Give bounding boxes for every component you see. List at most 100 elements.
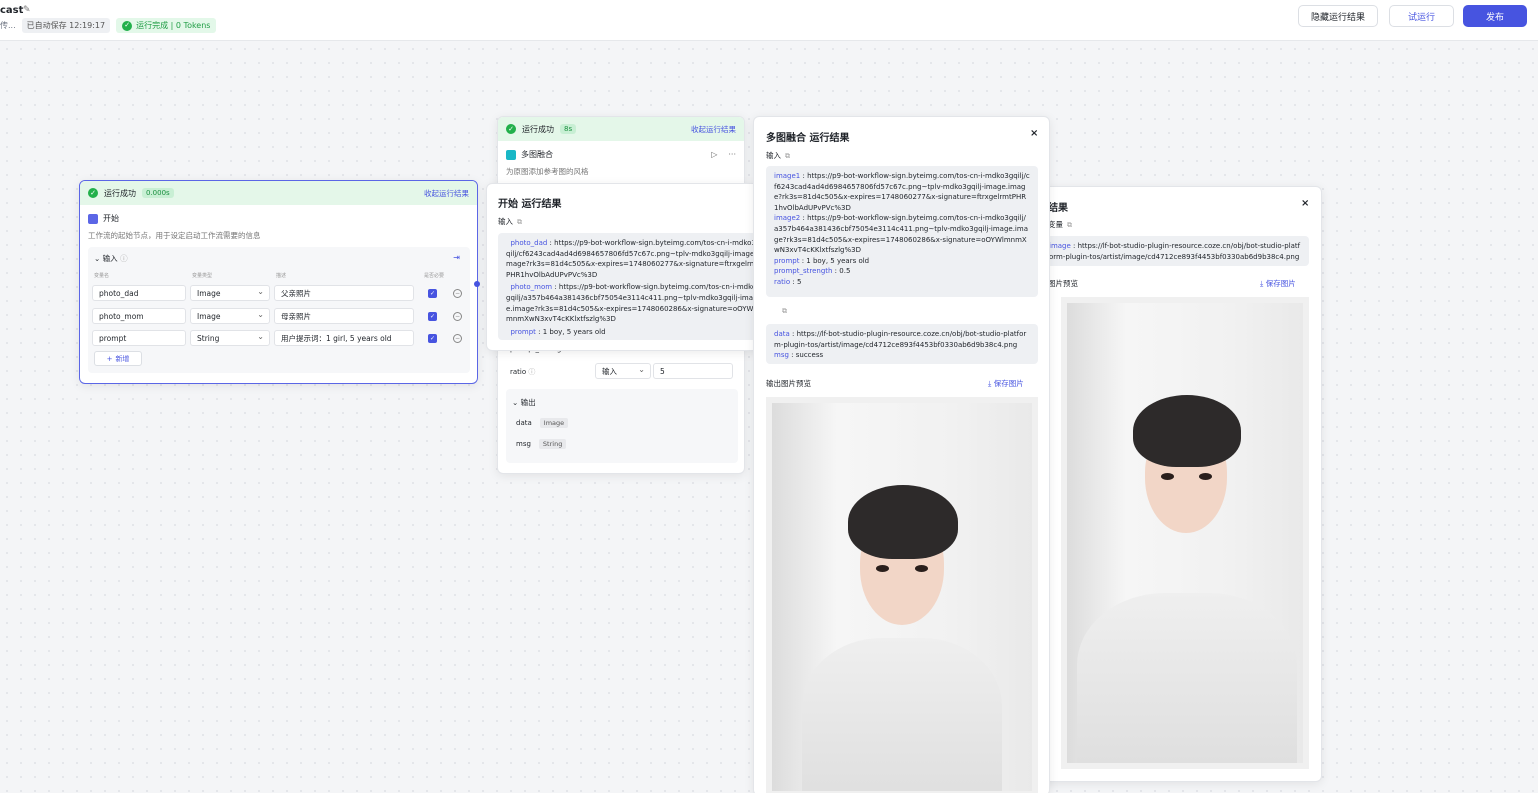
app-title: cast [0, 5, 24, 16]
merge-time-badge: 8s [560, 124, 577, 134]
copy-icon[interactable]: ⧉ [517, 218, 522, 226]
json-entry: prompt_strength : 0.5 [774, 267, 851, 276]
var-desc-input[interactable]: 母亲照片 [274, 308, 414, 324]
merge-output-copy[interactable]: ⧉ [778, 307, 787, 316]
input-label-text: 输入 [498, 217, 513, 226]
close-icon[interactable]: × [1301, 198, 1309, 209]
plus-icon: + [106, 354, 113, 363]
download-icon: ⤓ [988, 379, 992, 388]
output-section-header[interactable]: ⌄ 输出 [512, 397, 536, 408]
copy-icon[interactable]: ⧉ [1067, 221, 1072, 229]
shirt-shape [802, 638, 1002, 791]
output-data-type: Image [539, 418, 569, 428]
shirt-shape [1077, 593, 1297, 763]
col-header-name: 变量名 [94, 273, 110, 279]
input-section-header[interactable]: ⌄ 输入 ⓘ [94, 253, 128, 264]
json-value: 1 boy, 5 years old [806, 256, 870, 265]
json-value: https://lf-bot-studio-plugin-resource.co… [774, 330, 1027, 349]
close-icon[interactable]: × [1030, 128, 1038, 139]
start-result-input-json: photo_dad : https://p9-bot-workflow-sign… [498, 233, 770, 340]
start-node-title-row: 开始 [80, 205, 477, 226]
merge-preview-label: 输出图片预览 [766, 379, 811, 388]
merge-save-image[interactable]: ⤓ 保存图片 [988, 378, 1024, 389]
var-name-input[interactable]: photo_dad [92, 285, 186, 301]
required-checkbox[interactable]: ✓ [428, 289, 437, 298]
add-variable-label: 新增 [115, 354, 130, 363]
end-result-json: image : https://lf-bot-studio-plugin-res… [1033, 236, 1309, 266]
save-image-label: 保存图片 [1265, 279, 1296, 288]
json-value: https://lf-bot-studio-plugin-resource.co… [1049, 242, 1301, 261]
json-entry: photo_dad : https://p9-bot-workflow-sign… [506, 239, 761, 279]
copy-icon[interactable]: ⧉ [782, 307, 787, 315]
start-node-title: 开始 [103, 214, 119, 223]
add-variable-button[interactable]: + 新增 [94, 351, 142, 366]
required-checkbox[interactable]: ✓ [428, 312, 437, 321]
save-image-label: 保存图片 [993, 379, 1024, 388]
run-node-icon[interactable]: ▷ [711, 150, 717, 159]
var-type-select[interactable]: String [190, 330, 270, 346]
hair-shape [848, 485, 958, 559]
start-input-section: ⌄ 输入 ⓘ ⇥ 变量名 变量类型 描述 是否必要 photo_dad Imag… [88, 247, 470, 373]
merge-node-title-row: 多图融合 ▷ ··· [498, 141, 744, 162]
hide-results-button[interactable]: 隐藏运行结果 [1298, 5, 1378, 27]
import-icon[interactable]: ⇥ [453, 253, 460, 262]
var-name-input[interactable]: prompt [92, 330, 186, 346]
var-desc-input[interactable]: 用户提示词：1 girl, 5 years old [274, 330, 414, 346]
json-entry: image2 : https://p9-bot-workflow-sign.by… [774, 214, 1028, 255]
copy-icon[interactable]: ⧉ [785, 152, 790, 160]
remove-row-icon[interactable]: − [453, 312, 462, 321]
connector-port[interactable] [474, 281, 480, 287]
json-key: image2 [774, 214, 801, 223]
var-label-text: 变量 [1048, 220, 1063, 229]
var-desc-input[interactable]: 父亲照片 [274, 285, 414, 301]
merge-result-panel: 多图融合 运行结果 × 输入 ⧉ image1 : https://p9-bot-… [753, 116, 1050, 793]
edit-icon[interactable]: ✎ [23, 5, 31, 15]
output-section-title: 输出 [520, 398, 536, 407]
merge-result-output-json: data : https://lf-bot-studio-plugin-reso… [766, 324, 1038, 364]
remove-row-icon[interactable]: − [453, 334, 462, 343]
output-row-msg: msg String [516, 439, 567, 449]
json-key: photo_dad [510, 239, 548, 247]
top-bar: cast ✎ 传... 已自动保存 12:19:17 ✓ 运行完成 | 0 To… [0, 0, 1538, 41]
json-value: 1 boy, 5 years old [542, 327, 606, 336]
json-key: prompt [774, 256, 800, 265]
hair-shape [1133, 395, 1241, 467]
json-entry: prompt : 1 boy, 5 years old [510, 327, 606, 336]
output-data-name: data [516, 419, 532, 427]
save-status-row: 传... 已自动保存 12:19:17 ✓ 运行完成 | 0 Tokens [0, 18, 217, 33]
start-node[interactable]: ✓ 运行成功 0.000s 收起运行结果 开始 工作流的起始节点，用于设定启动工… [79, 180, 478, 384]
start-time-badge: 0.000s [142, 188, 174, 198]
var-type-select[interactable]: Image [190, 285, 270, 301]
start-node-icon [88, 213, 98, 224]
json-key: image1 [774, 172, 801, 180]
end-result-var-label: 变量 ⧉ [1048, 219, 1072, 230]
end-save-image[interactable]: ⤓ 保存图片 [1260, 278, 1296, 289]
ratio-value-input[interactable]: 5 [653, 363, 733, 379]
start-result-title: 开始 运行结果 [498, 199, 562, 210]
var-type-select[interactable]: Image [190, 308, 270, 324]
required-checkbox[interactable]: ✓ [428, 334, 437, 343]
check-circle-icon: ✓ [506, 124, 516, 134]
json-value: 0.5 [839, 267, 851, 276]
json-entry: data : https://lf-bot-studio-plugin-reso… [774, 330, 1027, 349]
end-result-panel: 结果 × 变量 ⧉ image : https://lf-bot-studio-p… [1018, 186, 1322, 782]
download-icon: ⤓ [1260, 279, 1264, 288]
var-name-input[interactable]: photo_mom [92, 308, 186, 324]
merge-collapse-link[interactable]: 收起运行结果 [691, 124, 736, 135]
start-collapse-link[interactable]: 收起运行结果 [424, 188, 469, 199]
ratio-source-select[interactable]: 输入 [595, 363, 651, 379]
col-header-required: 是否必要 [424, 273, 445, 279]
json-entry: photo_mom : https://p9-bot-workflow-sign… [506, 283, 761, 324]
more-icon[interactable]: ··· [728, 150, 736, 159]
info-icon: ⓘ [120, 254, 128, 263]
json-entry: msg : success [774, 351, 824, 360]
merge-node-title: 多图融合 [521, 150, 553, 159]
merge-node-status-bar: ✓ 运行成功 8s 收起运行结果 [498, 117, 744, 141]
remove-row-icon[interactable]: − [453, 289, 462, 298]
start-result-panel: 开始 运行结果 × 输入⧉ photo_dad : https://p9-bot… [486, 183, 779, 351]
merge-result-input-label: 输入 ⧉ [766, 150, 790, 161]
test-run-button[interactable]: 试运行 [1389, 5, 1454, 27]
json-entry: prompt : 1 boy, 5 years old [774, 256, 870, 265]
input-label-text: 输入 [766, 151, 781, 160]
publish-button[interactable]: 发布 [1463, 5, 1527, 27]
